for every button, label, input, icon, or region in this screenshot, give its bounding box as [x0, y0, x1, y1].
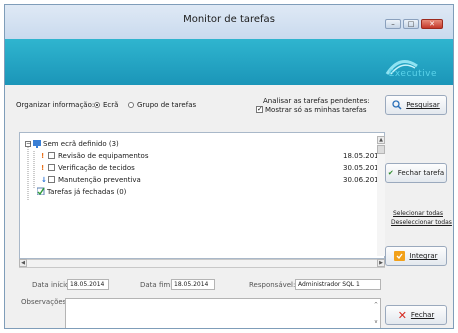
start-date-label: Data início: — [32, 281, 72, 289]
close-label: Fechar — [410, 311, 435, 319]
end-date-label: Data fim: — [140, 281, 173, 289]
tree-horizontal-scrollbar[interactable]: ◀ ▶ — [19, 259, 385, 268]
task-name: Revisão de equipamentos — [58, 152, 149, 160]
monitor-window: Monitor de tarefas – □ ✕ Executive Organ… — [4, 4, 454, 329]
priority-low-icon: ↓ — [41, 176, 47, 184]
responsible-label: Responsável: — [249, 281, 296, 289]
close-task-label: Fechar tarefa — [397, 169, 445, 177]
tree-vertical-scrollbar[interactable]: ▲ — [377, 136, 385, 256]
end-date-field[interactable]: 18.05.2014 — [171, 279, 215, 290]
scroll-up-icon[interactable]: ▲ — [377, 136, 385, 144]
start-date-field[interactable]: 18.05.2014 — [67, 279, 109, 290]
task-checkbox[interactable] — [48, 164, 55, 171]
priority-high-icon: ! — [41, 152, 45, 160]
closed-tasks-label[interactable]: Tarefas já fechadas (0) — [47, 188, 126, 196]
integrate-icon — [394, 251, 406, 261]
radio-grupo[interactable] — [128, 102, 134, 108]
task-name: Verificação de tecidos — [58, 164, 135, 172]
close-button[interactable]: ✕ Fechar — [385, 305, 447, 325]
close-window-button[interactable]: ✕ — [421, 19, 443, 29]
radio-ecra-label[interactable]: Ecrã — [103, 101, 118, 109]
search-button-label: Pesquisar — [406, 101, 440, 109]
close-x-icon: ✕ — [397, 308, 407, 322]
scroll-right-icon[interactable]: ▶ — [377, 259, 385, 267]
my-tasks-label[interactable]: Mostrar só as minhas tarefas — [265, 106, 367, 114]
closed-tasks-icon — [37, 187, 45, 195]
checkmark-icon: ✔ — [387, 169, 394, 177]
search-button[interactable]: Pesquisar — [385, 95, 447, 115]
observations-label: Observações: — [21, 298, 69, 306]
integrate-button[interactable]: Integrar — [385, 246, 447, 266]
monitor-icon — [33, 140, 41, 148]
task-tree[interactable]: − Sem ecrã definido (3) ! Revisão de equ… — [19, 132, 385, 259]
minimize-button[interactable]: – — [385, 19, 401, 29]
deselect-all-link[interactable]: Deseleccionar todas — [391, 219, 452, 226]
task-checkbox[interactable] — [48, 152, 55, 159]
radio-ecra[interactable] — [94, 102, 100, 108]
radio-grupo-label[interactable]: Grupo de tarefas — [137, 101, 196, 109]
responsible-field[interactable]: Administrador SQL 1 — [295, 279, 381, 290]
close-task-button[interactable]: ✔ Fechar tarefa — [385, 163, 447, 183]
logo-text: Executive — [388, 69, 437, 79]
my-tasks-checkbox[interactable]: ✓ — [256, 106, 263, 113]
search-icon — [392, 100, 402, 110]
integrate-label: Integrar — [409, 252, 438, 260]
analyze-label: Analisar as tarefas pendentes: — [263, 97, 370, 105]
tree-root-label[interactable]: Sem ecrã definido (3) — [43, 140, 119, 148]
observations-field[interactable]: ^ v — [65, 298, 381, 328]
title-bar: Monitor de tarefas – □ ✕ — [5, 5, 453, 39]
expand-toggle[interactable]: − — [25, 141, 31, 147]
scroll-left-icon[interactable]: ◀ — [19, 259, 27, 267]
scroll-thumb[interactable] — [377, 145, 385, 154]
task-name: Manutenção preventiva — [58, 176, 141, 184]
obs-scroll-down-icon[interactable]: v — [372, 319, 380, 327]
priority-high-icon: ! — [41, 164, 45, 172]
maximize-button[interactable]: □ — [403, 19, 419, 29]
select-all-link[interactable]: Selecionar todas — [393, 210, 443, 217]
obs-scroll-up-icon[interactable]: ^ — [372, 302, 380, 310]
header-banner: Executive — [5, 39, 453, 85]
organize-label: Organizar informação: — [16, 101, 95, 109]
task-checkbox[interactable] — [48, 176, 55, 183]
